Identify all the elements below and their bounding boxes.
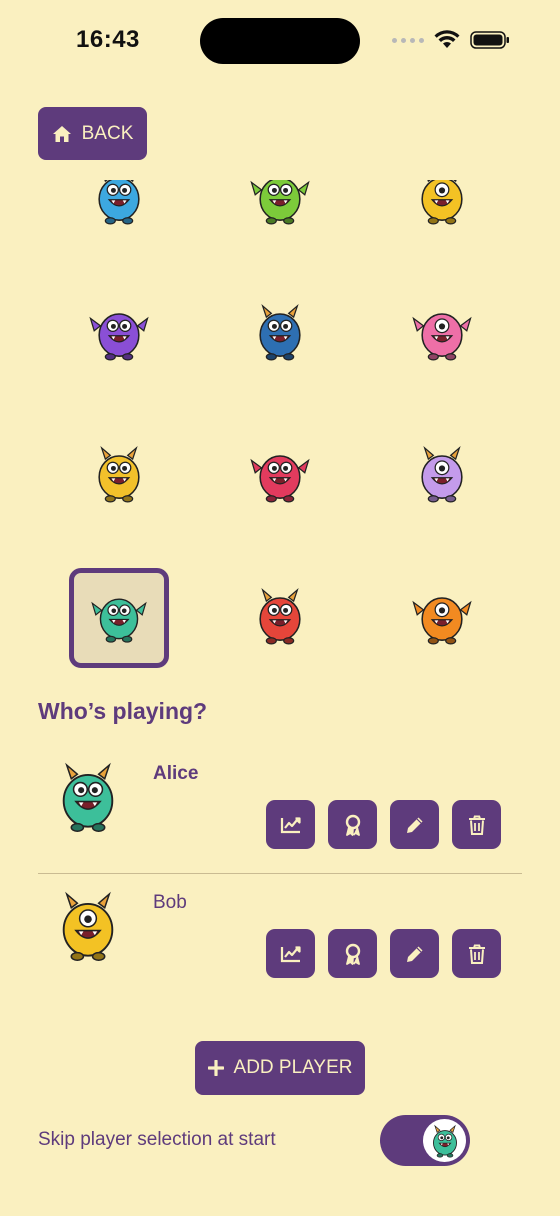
monster-icon <box>88 301 150 368</box>
stats-button[interactable] <box>266 929 315 978</box>
player-row[interactable]: Alice <box>38 755 522 875</box>
award-icon <box>345 814 360 836</box>
back-button[interactable]: BACK <box>38 107 147 160</box>
avatar-option[interactable] <box>69 568 169 668</box>
stats-icon <box>280 816 301 833</box>
wifi-icon <box>434 30 460 48</box>
skip-selection-toggle[interactable] <box>380 1115 470 1166</box>
monster-icon <box>249 301 311 368</box>
avatar-option[interactable] <box>230 180 330 248</box>
monster-icon <box>88 180 150 232</box>
monster-icon <box>411 585 473 652</box>
avatar-option[interactable] <box>230 284 330 384</box>
status-bar: 16:43 <box>0 0 560 84</box>
player-name: Alice <box>153 763 199 784</box>
delete-button[interactable] <box>452 800 501 849</box>
edit-button[interactable] <box>390 800 439 849</box>
skip-selection-label: Skip player selection at start <box>38 1129 276 1150</box>
edit-icon <box>406 817 422 833</box>
avatar-option[interactable] <box>392 284 492 384</box>
monster-icon <box>249 585 311 652</box>
avatar-option[interactable] <box>230 426 330 526</box>
award-icon <box>345 943 360 965</box>
divider <box>38 873 522 874</box>
signal-icon <box>392 37 424 43</box>
avatar-option[interactable] <box>69 180 169 248</box>
stats-icon <box>280 945 301 962</box>
edit-button[interactable] <box>390 929 439 978</box>
status-indicators <box>392 30 510 50</box>
dynamic-island <box>200 18 360 64</box>
status-time: 16:43 <box>76 26 140 53</box>
player-row[interactable]: Bob <box>38 884 522 1004</box>
avatar-option[interactable] <box>392 180 492 248</box>
monster-icon <box>90 587 148 650</box>
avatar-option[interactable] <box>392 426 492 526</box>
home-icon <box>52 125 71 142</box>
plus-icon <box>207 1060 224 1076</box>
player-avatar <box>50 759 126 835</box>
monster-icon <box>411 301 473 368</box>
stats-button[interactable] <box>266 800 315 849</box>
player-actions <box>266 929 501 978</box>
avatar-grid <box>0 180 560 670</box>
delete-button[interactable] <box>452 929 501 978</box>
player-name: Bob <box>153 892 187 913</box>
avatar-option[interactable] <box>392 568 492 668</box>
toggle-knob <box>423 1119 466 1162</box>
monster-icon <box>249 180 311 232</box>
player-actions <box>266 800 501 849</box>
monster-icon <box>249 443 311 510</box>
back-button-label: BACK <box>81 122 134 144</box>
player-avatar <box>50 888 126 964</box>
award-button[interactable] <box>328 929 377 978</box>
edit-icon <box>406 946 422 962</box>
add-player-button[interactable]: ADD PLAYER <box>195 1041 365 1095</box>
monster-icon <box>411 443 473 510</box>
avatar-option[interactable] <box>230 568 330 668</box>
avatar-option[interactable] <box>69 426 169 526</box>
add-player-label: ADD PLAYER <box>233 1057 353 1078</box>
section-title: Who’s playing? <box>38 698 208 724</box>
battery-icon <box>470 31 509 49</box>
monster-icon <box>88 443 150 510</box>
avatar-option[interactable] <box>69 284 169 384</box>
monster-icon <box>411 180 473 232</box>
award-button[interactable] <box>328 800 377 849</box>
delete-icon <box>468 944 485 964</box>
delete-icon <box>468 815 485 835</box>
